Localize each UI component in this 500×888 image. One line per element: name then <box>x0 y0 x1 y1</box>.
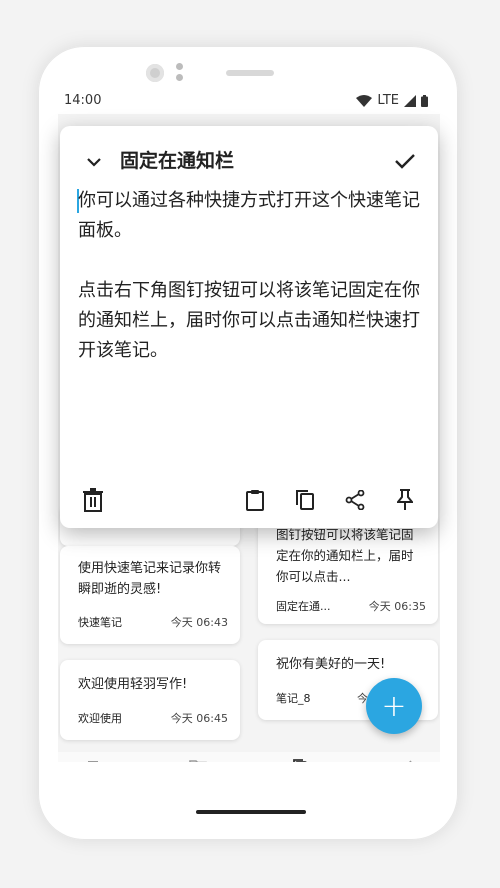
note-card-text: 图钉按钮可以将该笔记固定在你的通知栏上，届时你可以点击... <box>276 527 414 584</box>
copy-button[interactable] <box>292 486 318 514</box>
note-card-tag: 欢迎使用 <box>78 712 122 725</box>
note-card[interactable]: 使用快速笔记来记录你转瞬即逝的灵感! 快速笔记 今天 06:43 <box>60 546 240 644</box>
note-paragraph: 点击右下角图钉按钮可以将该笔记固定在你的通知栏上，届时你可以点击通知栏快速打开该… <box>78 280 420 361</box>
note-editor[interactable]: 你可以通过各种快捷方式打开这个快速笔记面板。 点击右下角图钉按钮可以将该笔记固定… <box>78 186 422 396</box>
plus-icon: + <box>381 688 407 724</box>
trash-icon <box>83 488 103 512</box>
sensor-dot <box>176 63 183 70</box>
note-card-tag: 笔记_8 <box>276 692 311 705</box>
share-icon <box>345 490 365 510</box>
earpiece-speaker <box>226 70 274 76</box>
note-card-time: 今天 06:35 <box>368 600 426 613</box>
note-card[interactable]: 欢迎使用轻羽写作! 欢迎使用 今天 06:45 <box>60 660 240 740</box>
status-icons: LTE <box>356 93 428 108</box>
camera-lens <box>146 64 164 82</box>
folder-icon <box>189 760 207 762</box>
nav-item-stats[interactable]: 统计 <box>374 758 434 762</box>
pen-lines-icon <box>88 761 98 762</box>
note-paragraph: 你可以通过各种快捷方式打开这个快速笔记面板。 <box>78 190 420 241</box>
clipboard-button[interactable] <box>242 486 268 514</box>
pin-icon <box>397 489 413 510</box>
note-card-tag: 固定在通... <box>276 600 331 613</box>
bottom-navigation: 写作 文件 笔记 统计 <box>58 752 440 762</box>
note-card-text: 欢迎使用轻羽写作! <box>78 677 188 692</box>
copy-icon <box>296 490 314 510</box>
clipboard-icon <box>246 490 264 511</box>
signal-icon <box>404 94 416 107</box>
chevron-down-icon <box>87 157 101 167</box>
share-button[interactable] <box>342 486 368 514</box>
chart-icon <box>409 760 412 762</box>
nav-item-write[interactable]: 写作 <box>66 758 126 762</box>
status-time: 14:00 <box>64 93 102 108</box>
note-card-text: 祝你有美好的一天! <box>276 657 386 672</box>
dialog-title: 固定在通知栏 <box>120 150 235 172</box>
note-card-time: 今天 06:43 <box>170 616 228 629</box>
note-card-time: 今天 06:45 <box>170 712 228 725</box>
pin-button[interactable] <box>392 486 418 514</box>
note-card-text: 使用快速笔记来记录你转瞬即逝的灵感! <box>78 561 222 597</box>
nav-item-files[interactable]: 文件 <box>168 758 228 762</box>
network-type: LTE <box>377 93 399 108</box>
sensor-dot <box>176 74 183 81</box>
battery-icon <box>421 94 428 107</box>
collapse-button[interactable] <box>80 148 108 176</box>
status-bar: 14:00 LTE <box>58 88 440 114</box>
nav-item-notes[interactable]: 笔记 <box>270 758 330 762</box>
confirm-button[interactable] <box>390 146 420 176</box>
home-indicator <box>196 810 306 814</box>
check-icon <box>395 154 415 169</box>
add-note-button[interactable]: + <box>366 678 422 734</box>
note-card-tag: 快速笔记 <box>78 616 122 629</box>
note-card[interactable]: 图钉按钮可以将该笔记固定在你的通知栏上，届时你可以点击... 固定在通... 今… <box>258 514 438 624</box>
notes-icon <box>293 759 307 762</box>
quick-note-dialog: 固定在通知栏 你可以通过各种快捷方式打开这个快速笔记面板。 点击右下角图钉按钮可… <box>60 126 438 528</box>
delete-button[interactable] <box>80 486 106 514</box>
wifi-icon <box>356 94 373 107</box>
